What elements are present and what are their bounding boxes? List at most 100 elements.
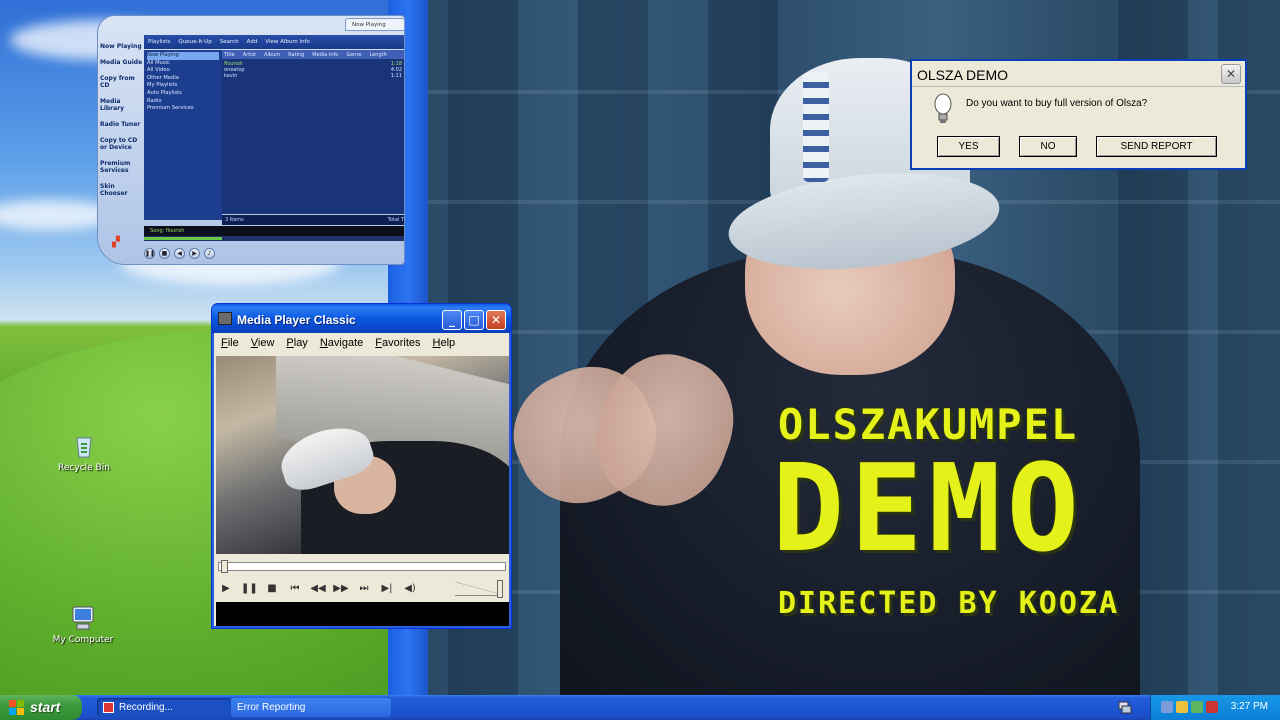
pause-icon[interactable]: ❚❚ bbox=[144, 247, 155, 259]
windows-logo-icon: ▞ bbox=[112, 237, 120, 248]
wmp-now-playing-tab[interactable]: Now Playing bbox=[345, 18, 405, 31]
task-recording[interactable]: Recording... bbox=[97, 698, 231, 717]
taskpane-item[interactable]: Skin Chooser bbox=[100, 183, 143, 197]
track-title: kevin bbox=[224, 73, 238, 79]
dialog-title: OLSZA DEMO bbox=[917, 67, 1009, 83]
column-header[interactable]: Genre bbox=[346, 52, 361, 58]
column-header[interactable]: Rating bbox=[288, 52, 304, 58]
toolbar-search[interactable]: Search bbox=[220, 39, 239, 45]
start-button[interactable]: start bbox=[0, 695, 82, 720]
task-label: Recording... bbox=[119, 702, 173, 713]
toolbar-add[interactable]: Add bbox=[247, 39, 258, 45]
previous-icon[interactable]: ◀ bbox=[174, 247, 185, 259]
mpc-video-screen[interactable] bbox=[216, 356, 509, 554]
mpc-seek-bar[interactable] bbox=[218, 560, 506, 573]
tree-item[interactable]: Premium Services bbox=[147, 105, 219, 113]
minimize-button[interactable]: _ bbox=[442, 310, 462, 330]
tree-item[interactable]: Auto Playlists bbox=[147, 90, 219, 98]
mpc-titlebar[interactable]: Media Player Classic _ □ ✕ bbox=[212, 304, 511, 333]
column-header[interactable]: Title bbox=[224, 52, 235, 58]
frame-step-icon[interactable]: ▶| bbox=[379, 583, 395, 594]
tray-speaker-icon[interactable] bbox=[1161, 701, 1173, 713]
network-icon[interactable] bbox=[1118, 701, 1132, 714]
start-label: start bbox=[30, 699, 61, 715]
mpc-status-bar bbox=[216, 602, 509, 626]
column-header[interactable]: Media Info bbox=[312, 52, 338, 58]
taskpane-item[interactable]: Copy from CD bbox=[100, 75, 143, 89]
tree-item[interactable]: Other Media bbox=[147, 75, 219, 83]
overlay-title: DEMO bbox=[772, 440, 1085, 579]
taskpane-item[interactable]: Media Library bbox=[100, 98, 143, 112]
tray-security-icon[interactable] bbox=[1176, 701, 1188, 713]
skip-back-icon[interactable]: ⏮ bbox=[287, 583, 303, 594]
volume-slider[interactable] bbox=[455, 580, 503, 598]
tree-item[interactable]: Now Playing bbox=[147, 52, 219, 60]
menu-navigate[interactable]: Navigate bbox=[320, 337, 363, 355]
menu-file[interactable]: File bbox=[221, 337, 239, 355]
lightbulb-icon bbox=[934, 93, 952, 123]
mpc-menubar: File View Play Navigate Favorites Help bbox=[214, 333, 510, 355]
task-error-reporting[interactable]: Error Reporting bbox=[231, 698, 391, 717]
speaker-icon[interactable]: ◀) bbox=[402, 583, 418, 594]
pause-icon[interactable]: ❚❚ bbox=[241, 583, 258, 594]
play-icon[interactable]: ▶ bbox=[218, 583, 234, 594]
wmp-seek-bar[interactable] bbox=[144, 236, 404, 241]
tray-update-icon[interactable] bbox=[1191, 701, 1203, 713]
column-header[interactable]: Length bbox=[370, 52, 387, 58]
desktop-icon-recycle-bin[interactable]: Recycle Bin bbox=[39, 432, 129, 473]
menu-view[interactable]: View bbox=[251, 337, 275, 355]
desktop-icon-my-computer[interactable]: My Computer bbox=[38, 604, 128, 645]
task-label: Error Reporting bbox=[237, 702, 306, 713]
olsza-dialog: OLSZA DEMO ✕ Do you want to buy full ver… bbox=[910, 59, 1247, 170]
volume-thumb[interactable] bbox=[497, 580, 503, 598]
windows-flag-icon bbox=[9, 700, 24, 715]
stop-icon[interactable]: ■ bbox=[264, 583, 280, 594]
mpc-app-icon bbox=[218, 312, 232, 325]
taskbar: start Recording... Error Reporting 3:27 … bbox=[0, 695, 1280, 720]
close-button[interactable]: ✕ bbox=[486, 310, 506, 330]
mute-icon[interactable]: ♪ bbox=[204, 247, 215, 259]
taskpane-item[interactable]: Media Guide bbox=[100, 59, 143, 66]
toolbar-queue[interactable]: Queue-It-Up bbox=[178, 39, 211, 45]
dialog-titlebar[interactable]: OLSZA DEMO ✕ bbox=[912, 61, 1245, 87]
forward-icon[interactable]: ▶▶ bbox=[333, 583, 349, 594]
dialog-close-button[interactable]: ✕ bbox=[1221, 64, 1241, 84]
item-count: 3 Items bbox=[225, 217, 244, 223]
menu-play[interactable]: Play bbox=[286, 337, 307, 355]
next-icon[interactable]: ▶ bbox=[189, 247, 200, 259]
mpc-window: Media Player Classic _ □ ✕ File View Pla… bbox=[211, 303, 512, 629]
column-header[interactable]: Artist bbox=[243, 52, 256, 58]
stop-icon[interactable]: ■ bbox=[159, 247, 170, 259]
menu-help[interactable]: Help bbox=[433, 337, 456, 355]
seek-thumb[interactable] bbox=[221, 560, 228, 573]
clock[interactable]: 3:27 PM bbox=[1231, 701, 1268, 712]
taskpane-item[interactable]: Now Playing bbox=[100, 43, 143, 50]
no-button[interactable]: NO bbox=[1019, 136, 1077, 157]
wmp-toolbar: Playlists Queue-It-Up Search Add View Al… bbox=[144, 35, 404, 49]
tree-item[interactable]: All Video bbox=[147, 67, 219, 75]
track-row[interactable]: kevin 1:11 bbox=[224, 73, 402, 79]
wmp-status-bar: 3 Items Total T bbox=[222, 215, 404, 225]
recycle-bin-icon bbox=[76, 437, 92, 458]
wmp-controls: ❚❚ ■ ◀ ▶ ♪ bbox=[144, 245, 324, 261]
wmp-taskpane: Now Playing Media Guide Copy from CD Med… bbox=[97, 33, 145, 245]
taskpane-item[interactable]: Radio Tuner bbox=[100, 121, 143, 128]
toolbar-playlists[interactable]: Playlists bbox=[148, 39, 170, 45]
rewind-icon[interactable]: ◀◀ bbox=[310, 583, 326, 594]
column-header[interactable]: Album bbox=[264, 52, 280, 58]
overlay-credit: DIRECTED BY KOOZA bbox=[778, 586, 1120, 621]
maximize-button[interactable]: □ bbox=[464, 310, 484, 330]
taskpane-item[interactable]: Premium Services bbox=[100, 160, 143, 174]
send-report-button[interactable]: SEND REPORT bbox=[1096, 136, 1217, 157]
toolbar-album-info[interactable]: View Album Info bbox=[265, 39, 310, 45]
skip-forward-icon[interactable]: ⏭ bbox=[356, 583, 372, 594]
tree-item[interactable]: All Music bbox=[147, 60, 219, 68]
menu-favorites[interactable]: Favorites bbox=[375, 337, 420, 355]
yes-button[interactable]: YES bbox=[937, 136, 1000, 157]
dialog-message: Do you want to buy full version of Olsza… bbox=[966, 98, 1148, 109]
track-length: 1:11 bbox=[390, 73, 402, 79]
tray-app-icon[interactable] bbox=[1206, 701, 1218, 713]
tree-item[interactable]: My Playlists bbox=[147, 82, 219, 90]
tree-item[interactable]: Radio bbox=[147, 98, 219, 106]
taskpane-item[interactable]: Copy to CD or Device bbox=[100, 137, 143, 151]
